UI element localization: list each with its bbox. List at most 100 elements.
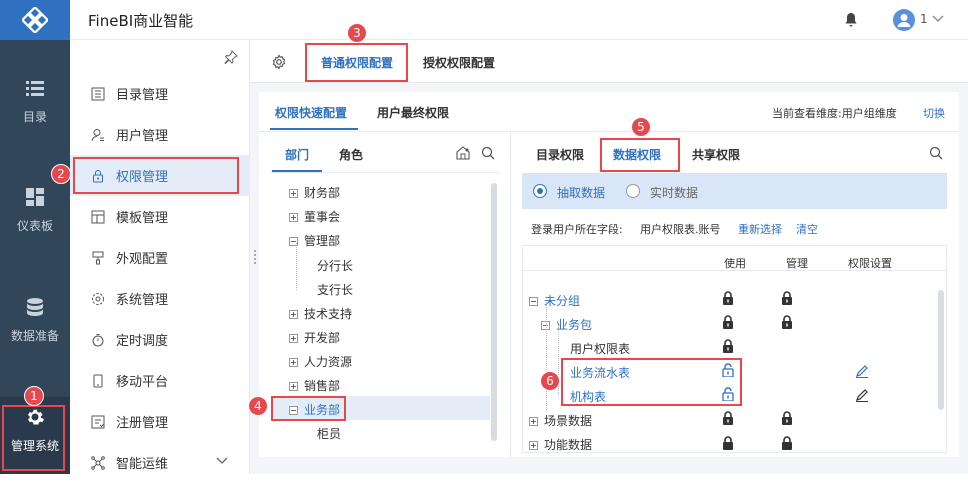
search-icon[interactable] bbox=[929, 146, 943, 160]
highlight-box-2 bbox=[73, 157, 239, 194]
tab-grant-permission[interactable]: 授权权限配置 bbox=[423, 54, 495, 71]
scrollbar[interactable] bbox=[491, 183, 497, 441]
tree-node-label: 业务包 bbox=[556, 318, 593, 332]
tree-node-label: 用户权限表 bbox=[570, 342, 631, 356]
tab-catalog-permission[interactable]: 目录权限 bbox=[536, 146, 584, 163]
menu-item-catalog[interactable]: 目录管理 bbox=[70, 73, 250, 114]
menu-item-templates[interactable]: 模板管理 bbox=[70, 196, 250, 237]
chevron-down-icon[interactable] bbox=[932, 15, 944, 23]
bell-icon[interactable] bbox=[844, 12, 858, 28]
column-header-setting: 权限设置 bbox=[848, 257, 892, 270]
tab-final-permission[interactable]: 用户最终权限 bbox=[377, 104, 449, 121]
tree-node[interactable]: 未分组 bbox=[529, 292, 580, 309]
expand-icon[interactable] bbox=[289, 213, 298, 222]
clear-link[interactable]: 清空 bbox=[796, 221, 818, 237]
lock-icon[interactable] bbox=[722, 339, 734, 353]
switch-link[interactable]: 切换 bbox=[923, 105, 945, 121]
tree-guide bbox=[296, 243, 310, 290]
tree-node[interactable]: 功能数据 bbox=[529, 436, 592, 452]
expand-icon[interactable] bbox=[529, 441, 538, 450]
tree-node-label: 董事会 bbox=[304, 210, 341, 224]
menu-item-appearance[interactable]: 外观配置 bbox=[70, 237, 250, 278]
edit-icon[interactable] bbox=[855, 388, 869, 402]
collapse-icon[interactable] bbox=[529, 297, 538, 306]
edit-icon[interactable] bbox=[855, 364, 869, 378]
radio-extract-label[interactable]: 抽取数据 bbox=[557, 184, 605, 201]
rail-item-label: 数据准备 bbox=[10, 329, 59, 343]
tree-node[interactable]: 销售部 bbox=[289, 377, 340, 394]
tree-node[interactable]: 开发部 bbox=[289, 329, 340, 346]
lock-icon[interactable] bbox=[781, 315, 793, 329]
radio-extract[interactable] bbox=[533, 184, 547, 198]
lock-icon[interactable] bbox=[781, 436, 793, 450]
resize-handle[interactable] bbox=[254, 250, 258, 264]
lock-icon[interactable] bbox=[722, 436, 734, 450]
lock-icon[interactable] bbox=[781, 291, 793, 305]
expand-icon[interactable] bbox=[289, 334, 298, 343]
lock-icon[interactable] bbox=[781, 411, 793, 425]
tree-node[interactable]: 用户权限表 bbox=[570, 340, 630, 357]
step-badge-2: 2 bbox=[51, 164, 71, 184]
menu-item-mobile[interactable]: 移动平台 bbox=[70, 360, 250, 401]
expand-icon[interactable] bbox=[529, 417, 538, 426]
tree-node[interactable]: 柜员 bbox=[317, 425, 341, 442]
tree-node-label: 柜员 bbox=[317, 427, 342, 441]
tree-node[interactable]: 财务部 bbox=[289, 184, 340, 201]
mobile-icon bbox=[90, 373, 106, 389]
divider bbox=[259, 131, 959, 132]
settings-icon bbox=[90, 291, 106, 307]
tree-guide bbox=[546, 302, 547, 410]
radio-realtime-label[interactable]: 实时数据 bbox=[650, 184, 698, 201]
tree-node[interactable]: 董事会 bbox=[289, 208, 340, 225]
lock-icon[interactable] bbox=[722, 315, 734, 329]
tab-share-permission[interactable]: 共享权限 bbox=[692, 146, 740, 163]
tree-node[interactable]: 分行长 bbox=[317, 257, 353, 274]
radio-realtime[interactable] bbox=[626, 184, 640, 198]
tab-role[interactable]: 角色 bbox=[339, 146, 363, 163]
network-icon bbox=[90, 455, 106, 471]
expand-icon[interactable] bbox=[289, 310, 298, 319]
lock-icon[interactable] bbox=[722, 411, 734, 425]
reselect-link[interactable]: 重新选择 bbox=[738, 221, 782, 237]
org-filter-icon[interactable] bbox=[455, 145, 471, 161]
rail-item-data-prep[interactable]: 数据准备 bbox=[0, 297, 70, 344]
finebi-logo[interactable] bbox=[0, 0, 70, 40]
highlight-box-5 bbox=[600, 138, 680, 172]
top-header bbox=[70, 0, 968, 40]
menu-item-users[interactable]: 用户管理 bbox=[70, 114, 250, 155]
settings-icon[interactable] bbox=[271, 54, 287, 70]
tab-quick-config[interactable]: 权限快速配置 bbox=[275, 104, 347, 121]
expand-icon[interactable] bbox=[289, 189, 298, 198]
active-subtab-underline bbox=[270, 128, 358, 130]
expand-icon[interactable] bbox=[289, 358, 298, 367]
tree-node[interactable]: 业务包 bbox=[541, 316, 592, 333]
user-name[interactable]: 1 bbox=[920, 12, 928, 26]
chevron-down-icon[interactable] bbox=[216, 457, 228, 465]
menu-item-registration[interactable]: 注册管理 bbox=[70, 401, 250, 442]
menu-item-system[interactable]: 系统管理 bbox=[70, 278, 250, 319]
pin-icon[interactable] bbox=[224, 50, 238, 64]
lock-icon[interactable] bbox=[722, 291, 734, 305]
rail-item-catalog[interactable]: 目录 bbox=[0, 78, 70, 125]
catalog-icon bbox=[90, 86, 106, 102]
panel-divider bbox=[510, 132, 511, 457]
menu-item-label: 智能运维 bbox=[116, 457, 169, 472]
search-icon[interactable] bbox=[481, 146, 495, 160]
rail-item-dashboard[interactable]: 仪表板 bbox=[0, 187, 70, 234]
tree-node-label: 销售部 bbox=[304, 379, 341, 393]
tree-node[interactable]: 技术支持 bbox=[289, 305, 352, 322]
expand-icon[interactable] bbox=[289, 382, 298, 391]
tree-node-label: 开发部 bbox=[304, 331, 341, 345]
highlight-box-3 bbox=[305, 43, 408, 82]
scrollbar[interactable] bbox=[938, 290, 944, 410]
tree-node-label: 技术支持 bbox=[304, 307, 353, 321]
highlight-box-1 bbox=[2, 405, 65, 471]
user-icon bbox=[897, 14, 911, 27]
menu-item-label: 系统管理 bbox=[116, 293, 169, 308]
tree-node[interactable]: 场景数据 bbox=[529, 412, 592, 429]
menu-item-schedule[interactable]: 定时调度 bbox=[70, 319, 250, 360]
tree-node[interactable]: 人力资源 bbox=[289, 353, 352, 370]
avatar[interactable] bbox=[893, 9, 915, 31]
tab-department[interactable]: 部门 bbox=[285, 146, 309, 163]
tree-node[interactable]: 支行长 bbox=[317, 281, 353, 298]
